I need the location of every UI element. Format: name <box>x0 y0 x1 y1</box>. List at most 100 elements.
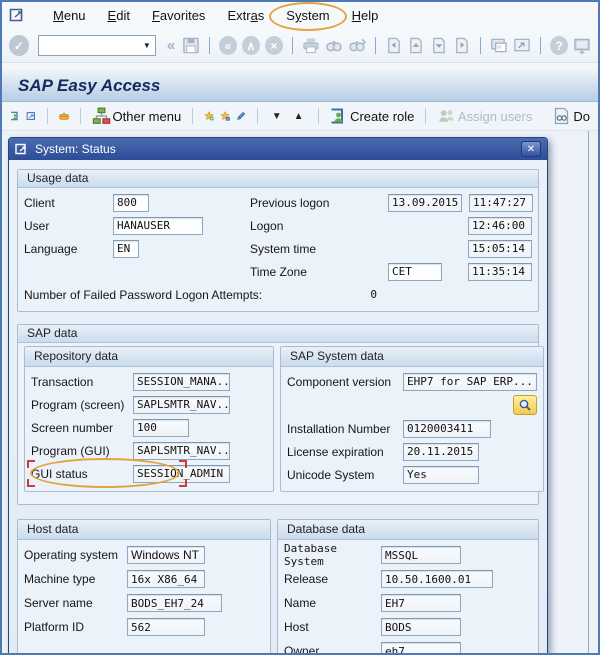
menu-item-edit[interactable]: Edit <box>97 5 141 26</box>
assign-users-button[interactable]: Assign users <box>437 107 532 125</box>
next-page-icon[interactable] <box>430 36 448 55</box>
menu-item-favorites[interactable]: Favorites <box>141 5 216 26</box>
time-zone-label: Time Zone <box>250 264 307 279</box>
previous-page-icon[interactable] <box>407 36 425 55</box>
logon-time-field[interactable]: 12:46:00 <box>468 216 532 235</box>
help-icon[interactable]: ? <box>550 36 568 55</box>
usage-row-language: Language EN System time 15:05:14 <box>24 237 532 260</box>
platform-id-field[interactable]: 562 <box>127 618 205 636</box>
collapse-toolbar-icon[interactable]: « <box>165 37 177 54</box>
system-status-dialog: System: Status ✕ Usage data Client 800 P… <box>8 137 548 655</box>
database-system-field[interactable]: MSSQL <box>381 546 461 564</box>
menu-item-menu[interactable]: Menu <box>42 5 97 26</box>
row-db-host: Host BODS <box>284 615 532 639</box>
add-favorite-icon[interactable] <box>204 107 214 125</box>
platform-id-label: Platform ID <box>24 620 85 634</box>
edit-favorites-icon[interactable] <box>236 107 246 125</box>
program-screen-field[interactable]: SAPLSMTR_NAV.. <box>133 395 230 414</box>
system-time-field[interactable]: 15:05:14 <box>468 239 532 258</box>
dialog-title-bar[interactable]: System: Status ✕ <box>9 138 547 160</box>
gui-status-field[interactable]: SESSION_ADMIN <box>133 464 230 483</box>
db-host-label: Host <box>284 620 309 634</box>
row-installation-number: Installation Number 0120003411 <box>287 417 537 440</box>
first-page-icon[interactable] <box>385 36 403 55</box>
release-field[interactable]: 10.50.1600.01 <box>381 570 493 588</box>
db-owner-field[interactable]: eh7 <box>381 642 461 653</box>
display-menu-icon[interactable] <box>26 107 36 125</box>
command-dropdown-icon[interactable]: ▼ <box>139 36 155 55</box>
toolbar-separator <box>192 108 193 124</box>
toolbar-separator <box>209 37 211 54</box>
back-icon[interactable]: « <box>219 36 237 55</box>
sap-gui-window: Menu Edit Favorites Extras System Help ✓… <box>0 0 600 655</box>
command-input[interactable] <box>38 37 139 54</box>
client-field[interactable]: 800 <box>113 193 149 212</box>
db-name-field[interactable]: EH7 <box>381 594 461 612</box>
sap-system-data-group: SAP System data Component version EHP7 f… <box>280 346 544 492</box>
machine-type-field[interactable]: 16x X86_64 <box>127 570 205 588</box>
transaction-label: Transaction <box>31 374 94 389</box>
operating-system-label: Operating system <box>24 548 119 562</box>
license-expiration-field[interactable]: 20.11.2015 <box>403 442 479 461</box>
enter-icon[interactable]: ✓ <box>9 35 29 56</box>
dialog-title: System: Status <box>35 142 116 156</box>
menu-item-help[interactable]: Help <box>341 5 390 26</box>
user-field[interactable]: HANAUSER <box>113 216 203 235</box>
time-zone-time-field[interactable]: 11:35:14 <box>468 262 532 281</box>
documentation-label: Do <box>573 108 590 124</box>
database-system-label: Database System <box>284 542 337 568</box>
installation-number-field[interactable]: 0120003411 <box>403 419 491 438</box>
toolbar-separator <box>291 37 293 54</box>
find-next-icon[interactable] <box>348 36 366 55</box>
operating-system-field[interactable]: Windows NT <box>127 546 205 564</box>
sap-data-header: SAP data <box>18 325 538 343</box>
server-name-label: Server name <box>24 596 93 610</box>
sap-system-data-header: SAP System data <box>281 347 543 367</box>
toolbar-gap <box>2 63 598 70</box>
move-down-icon[interactable]: ▼ <box>269 111 285 122</box>
sap-menu-icon[interactable] <box>10 107 20 125</box>
db-host-field[interactable]: BODS <box>381 618 461 636</box>
system-menu-icon[interactable] <box>9 8 26 23</box>
unicode-system-field[interactable]: Yes <box>403 465 479 484</box>
time-zone-field[interactable]: CET <box>388 262 442 281</box>
row-release: Release 10.50.1600.01 <box>284 567 532 591</box>
usage-row-failed-attempts: Number of Failed Password Logon Attempts… <box>24 283 532 306</box>
previous-logon-time-field[interactable]: 11:47:27 <box>469 193 533 212</box>
standard-toolbar: ✓ ▼ « « ∧ × ? <box>2 29 598 63</box>
database-data-group: Database data Database System MSSQL Rele… <box>277 519 539 655</box>
row-platform-id: Platform ID 562 <box>24 615 264 639</box>
close-icon[interactable]: ✕ <box>521 141 541 157</box>
component-detail-button[interactable] <box>512 395 537 415</box>
row-operating-system: Operating system Windows NT <box>24 543 264 567</box>
server-name-field[interactable]: BODS_EH7_24 <box>127 594 222 612</box>
db-owner-label: Owner <box>284 644 320 655</box>
save-icon[interactable] <box>182 36 200 55</box>
screen-number-field[interactable]: 100 <box>133 418 189 437</box>
documentation-button[interactable]: Do <box>552 107 590 125</box>
program-gui-field[interactable]: SAPLSMTR_NAV.. <box>133 441 230 460</box>
previous-logon-date-field[interactable]: 13.09.2015 <box>388 193 462 212</box>
create-role-button[interactable]: Create role <box>329 107 414 125</box>
print-icon[interactable] <box>302 36 320 55</box>
delete-favorite-icon[interactable] <box>220 107 230 125</box>
menu-item-extras[interactable]: Extras <box>216 5 275 26</box>
screen-number-label: Screen number <box>31 420 114 435</box>
database-data-header: Database data <box>278 520 538 540</box>
last-page-icon[interactable] <box>453 36 471 55</box>
assign-users-label: Assign users <box>457 108 533 124</box>
move-up-icon[interactable]: ▲ <box>291 111 307 122</box>
language-field[interactable]: EN <box>113 239 139 258</box>
menu-item-system[interactable]: System <box>269 2 348 31</box>
generate-shortcut-icon[interactable] <box>513 36 531 55</box>
screen-title-band: SAP Easy Access <box>2 70 598 102</box>
find-icon[interactable] <box>325 36 343 55</box>
business-workplace-icon[interactable] <box>59 107 69 125</box>
component-version-field[interactable]: EHP7 for SAP ERP... <box>403 372 537 391</box>
customize-layout-icon[interactable] <box>573 36 591 55</box>
cancel-icon[interactable]: × <box>264 36 283 55</box>
new-session-icon[interactable] <box>490 36 508 55</box>
exit-icon[interactable]: ∧ <box>241 36 260 55</box>
transaction-field[interactable]: SESSION_MANA.. <box>133 372 230 391</box>
other-menu-button[interactable]: Other menu <box>92 107 181 125</box>
